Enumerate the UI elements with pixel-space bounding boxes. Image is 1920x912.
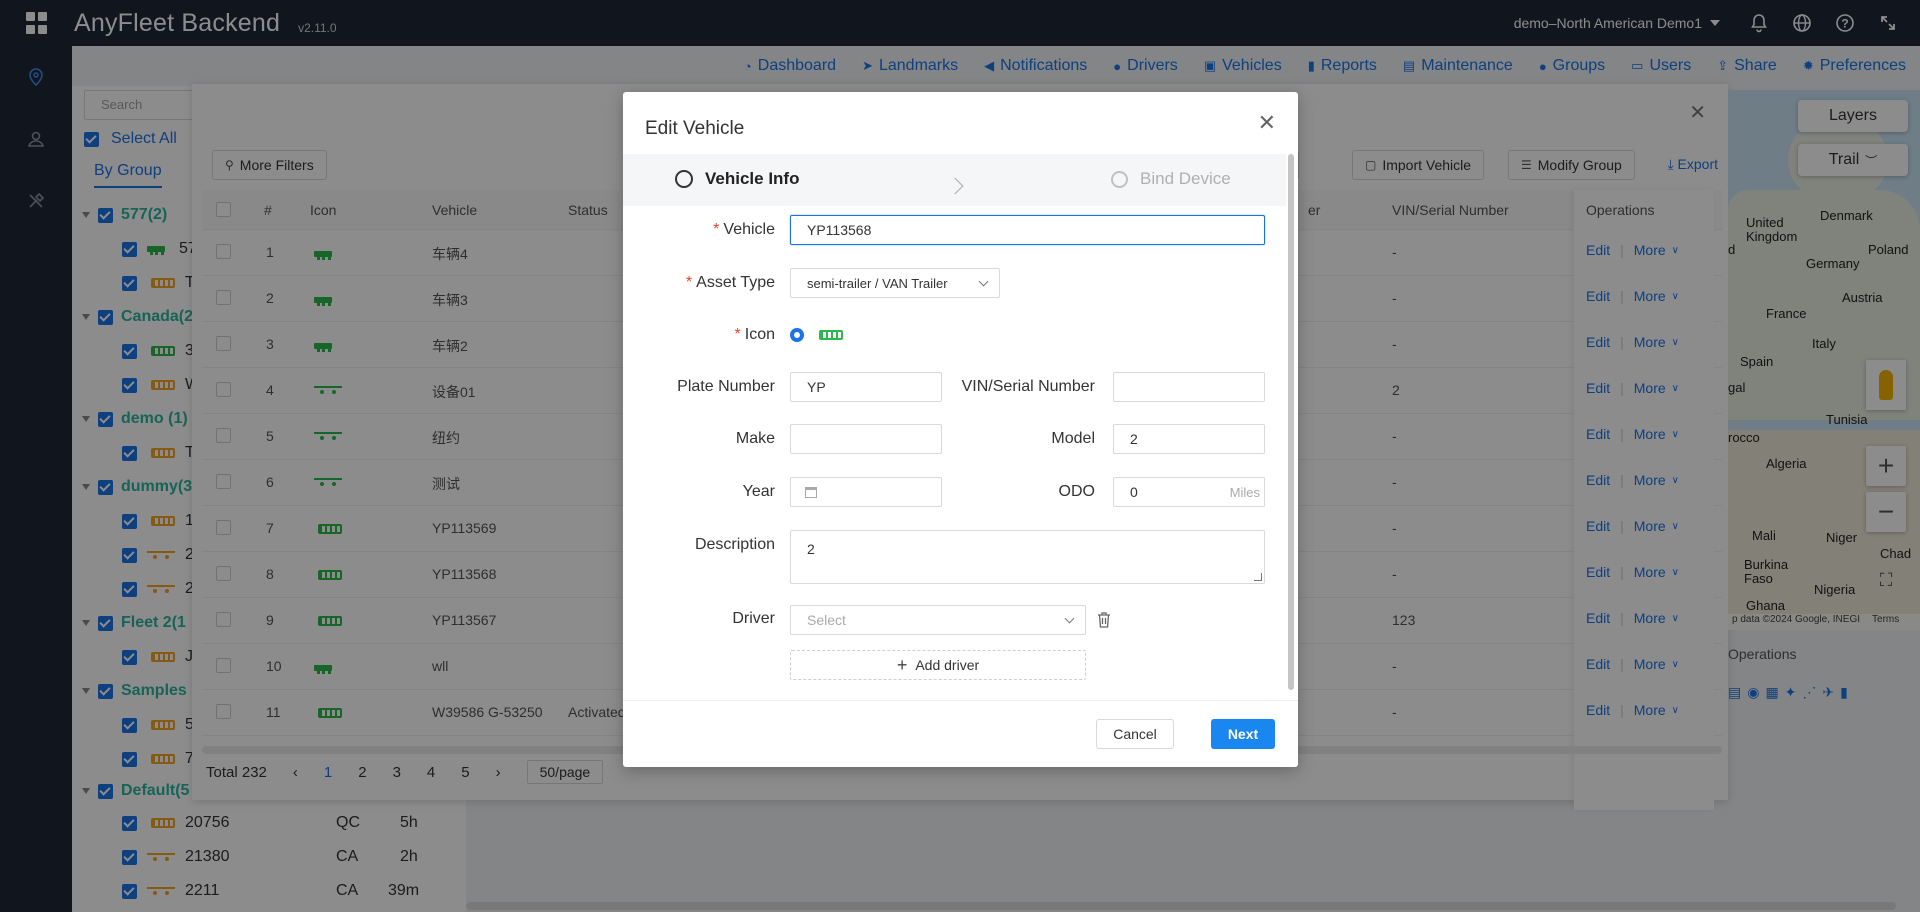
vehicle-label: * Vehicle bbox=[713, 221, 775, 238]
make-label: Make bbox=[735, 430, 775, 447]
description-label: Description bbox=[694, 536, 775, 553]
odo-label: ODO bbox=[1058, 483, 1095, 500]
resize-handle-icon[interactable] bbox=[1254, 573, 1262, 581]
odo-input[interactable]: 0 Miles bbox=[1113, 477, 1265, 507]
step-bind-device[interactable]: Bind Device bbox=[1111, 169, 1231, 189]
year-picker[interactable] bbox=[790, 477, 942, 507]
cancel-button[interactable]: Cancel bbox=[1096, 719, 1174, 749]
close-icon[interactable]: ✕ bbox=[1258, 112, 1276, 134]
add-driver-button[interactable]: + Add driver bbox=[790, 650, 1086, 680]
calendar-icon bbox=[805, 487, 817, 498]
dialog-footer: Cancel Next bbox=[623, 700, 1298, 767]
year-label: Year bbox=[742, 483, 775, 500]
asset-type-label: * Asset Type bbox=[685, 274, 775, 291]
driver-select[interactable]: Select bbox=[790, 605, 1086, 635]
dialog-scrollbar[interactable] bbox=[1288, 154, 1294, 690]
vin-label: VIN/Serial Number bbox=[961, 378, 1095, 395]
vin-input[interactable] bbox=[1113, 372, 1265, 402]
description-textarea[interactable]: 2 bbox=[790, 530, 1265, 584]
icon-radio[interactable] bbox=[790, 328, 804, 342]
plate-number-label: Plate Number bbox=[677, 378, 775, 395]
trash-icon[interactable] bbox=[1097, 612, 1111, 628]
step-circle-icon bbox=[675, 170, 693, 188]
trailer-icon[interactable] bbox=[819, 330, 843, 340]
next-button[interactable]: Next bbox=[1211, 719, 1275, 749]
vehicle-input[interactable]: YP113568 bbox=[790, 215, 1265, 245]
driver-label: Driver bbox=[732, 610, 775, 627]
step-circle-icon bbox=[1111, 170, 1128, 188]
dialog-title: Edit Vehicle bbox=[645, 118, 745, 139]
edit-vehicle-dialog: Edit Vehicle ✕ Vehicle Info Bind Device … bbox=[623, 92, 1298, 767]
plus-icon: + bbox=[896, 654, 908, 675]
model-input[interactable]: 2 bbox=[1113, 424, 1265, 454]
chevron-down-icon bbox=[1064, 613, 1075, 624]
asset-type-select[interactable]: semi-trailer / VAN Trailer bbox=[790, 268, 1000, 298]
chevron-down-icon bbox=[978, 276, 989, 287]
make-input[interactable] bbox=[790, 424, 942, 454]
step-vehicle-info[interactable]: Vehicle Info bbox=[675, 169, 799, 189]
stepper: Vehicle Info Bind Device bbox=[623, 154, 1286, 206]
plate-number-input[interactable]: YP bbox=[790, 372, 942, 402]
chevron-right-icon bbox=[946, 177, 964, 195]
model-label: Model bbox=[1051, 430, 1095, 447]
icon-label: * Icon bbox=[734, 326, 775, 343]
odo-unit: Miles bbox=[1229, 484, 1260, 500]
